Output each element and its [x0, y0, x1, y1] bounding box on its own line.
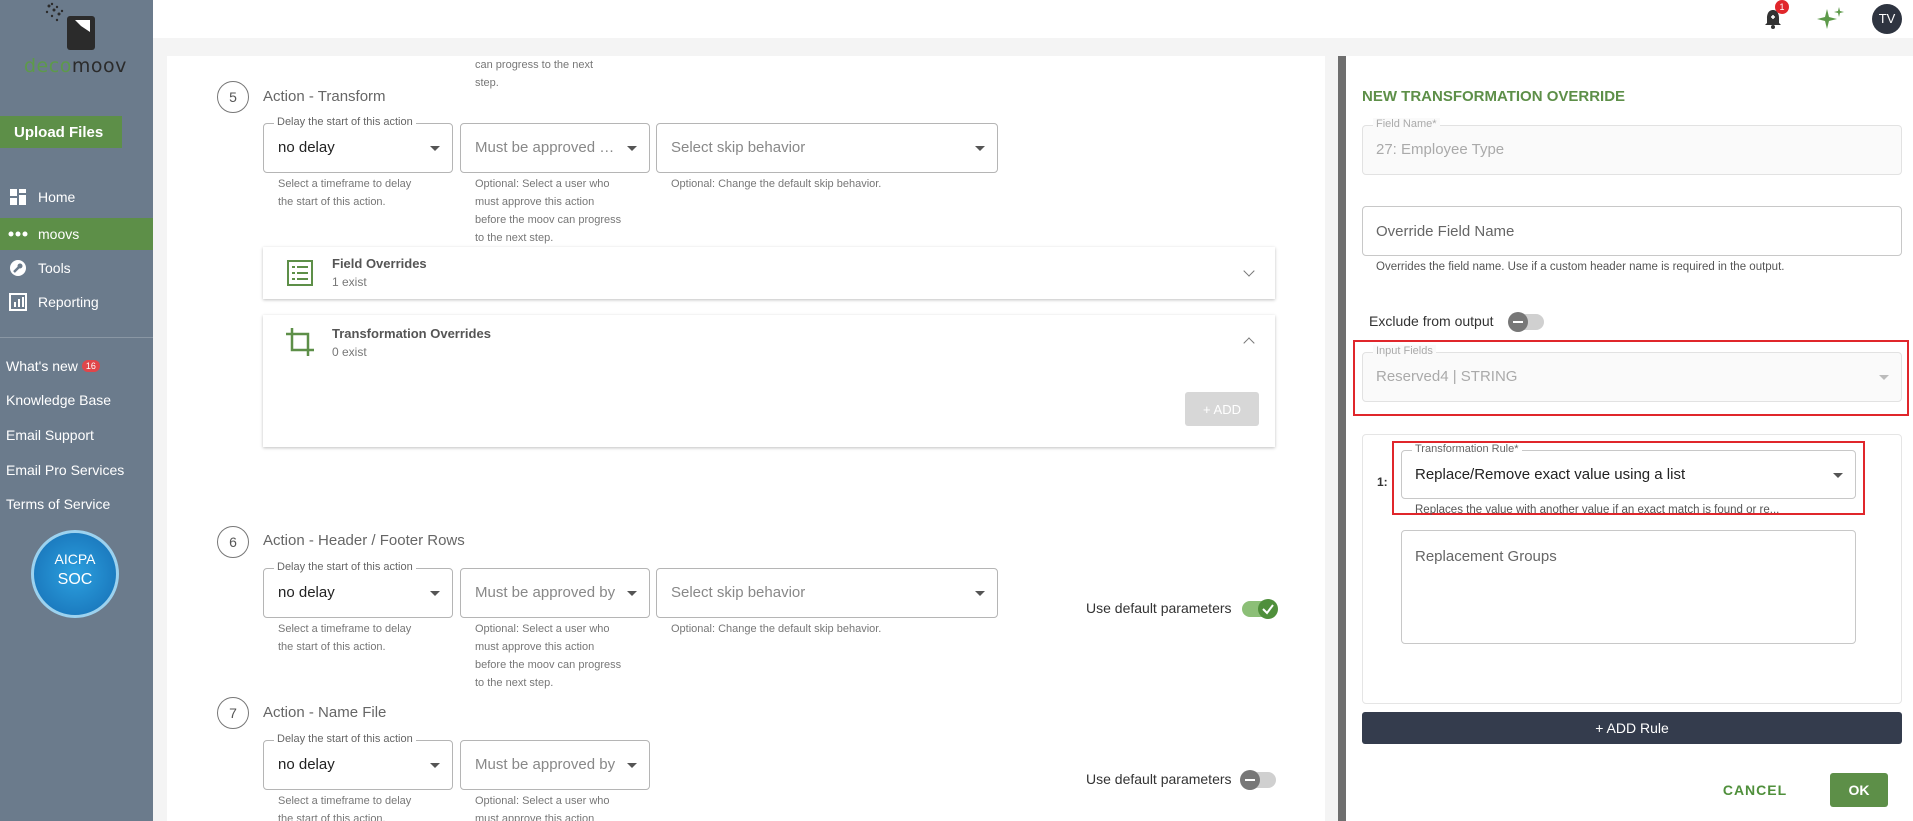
transformation-rule-select[interactable]: Transformation Rule* Replace/Remove exac… — [1401, 443, 1856, 499]
crop-icon — [286, 328, 314, 356]
dropdown-arrow-icon — [627, 591, 637, 596]
delay-help: Select a timeframe to delay the start of… — [278, 178, 412, 208]
notification-badge: 1 — [1775, 0, 1789, 14]
whats-new-link[interactable]: What's new 16 — [6, 358, 100, 374]
override-field-name-input[interactable]: Override Field Name — [1362, 206, 1902, 256]
logo-text: decomoov — [24, 55, 127, 77]
default-params-label: Use default parameters — [1086, 600, 1232, 616]
input-fields-select: Input Fields Reserved4 | STRING — [1362, 345, 1902, 402]
dropdown-arrow-icon — [627, 763, 637, 768]
delay-select[interactable]: Delay the start of this action no delay — [263, 733, 453, 790]
step-title: Action - Header / Footer Rows — [263, 532, 465, 549]
check-icon — [1258, 599, 1278, 619]
nav-item-moovs[interactable]: moovs — [0, 218, 153, 250]
approve-help-clipped: can progress to the next step. — [475, 59, 594, 89]
nav-item-tools[interactable]: Tools — [0, 252, 153, 284]
step-number: 7 — [217, 697, 249, 729]
step-number: 5 — [217, 81, 249, 113]
dropdown-arrow-icon — [975, 591, 985, 596]
transformation-overrides-accordion: Transformation Overrides 0 exist — [263, 315, 1275, 447]
dropdown-arrow-icon — [1879, 375, 1889, 380]
delay-select[interactable]: Delay the start of this action no delay — [263, 561, 453, 618]
step-title: Action - Transform — [263, 88, 386, 105]
delay-help: Select a timeframe to delay the start of… — [278, 795, 412, 821]
delay-select[interactable]: Delay the start of this action no delay — [263, 116, 453, 173]
terms-of-service-link[interactable]: Terms of Service — [6, 496, 110, 512]
chevron-down-icon — [1243, 265, 1255, 277]
step-number: 6 — [217, 526, 249, 558]
skip-help: Optional: Change the default skip behavi… — [671, 623, 882, 635]
rule-number: 1: — [1377, 475, 1388, 489]
delay-help: Select a timeframe to delay the start of… — [278, 623, 412, 653]
default-params-toggle[interactable] — [1240, 770, 1276, 790]
dots-icon — [8, 224, 28, 244]
override-help: Overrides the field name. Use if a custo… — [1376, 261, 1785, 273]
approver-select[interactable]: Must be approved by... — [460, 568, 650, 618]
dropdown-arrow-icon — [975, 146, 985, 151]
approver-help: Optional: Select a user who must approve… — [475, 178, 622, 244]
sidebar-divider — [0, 337, 153, 338]
add-transformation-override-button[interactable]: + ADD — [1185, 392, 1259, 426]
wrench-icon — [8, 258, 28, 278]
field-overrides-accordion[interactable]: Field Overrides 1 exist — [263, 247, 1275, 299]
nav-item-reporting[interactable]: Reporting — [0, 286, 153, 318]
add-rule-button[interactable]: + ADD Rule — [1362, 712, 1902, 744]
chart-icon — [8, 292, 28, 312]
sidebar: decomoov Upload Files Home moovs Tools R… — [0, 0, 153, 821]
top-bar — [153, 0, 1913, 38]
home-icon — [8, 187, 28, 207]
email-support-link[interactable]: Email Support — [6, 427, 94, 443]
step-title: Action - Name File — [263, 704, 387, 721]
rule-help: Replaces the value with another value if… — [1415, 504, 1780, 515]
whats-new-badge: 16 — [81, 360, 100, 372]
panel-title: NEW TRANSFORMATION OVERRIDE — [1362, 88, 1626, 105]
replacement-groups-input[interactable]: Replacement Groups — [1401, 530, 1856, 644]
email-pro-services-link[interactable]: Email Pro Services — [6, 462, 124, 478]
field-name-field: Field Name* 27: Employee Type — [1362, 118, 1902, 175]
skip-behavior-select[interactable]: Select skip behavior — [656, 568, 998, 618]
default-params-toggle[interactable] — [1242, 599, 1278, 619]
sparkle-icon[interactable] — [1815, 5, 1845, 33]
dropdown-arrow-icon — [430, 146, 440, 151]
dropdown-arrow-icon — [1833, 473, 1843, 478]
user-avatar[interactable]: TV — [1872, 4, 1902, 34]
dropdown-arrow-icon — [430, 591, 440, 596]
app-logo[interactable]: decomoov — [0, 0, 153, 80]
dropdown-arrow-icon — [430, 763, 440, 768]
logo-icon — [45, 2, 95, 50]
knowledge-base-link[interactable]: Knowledge Base — [6, 392, 111, 408]
approver-select[interactable]: Must be approved by... — [460, 123, 650, 173]
chevron-up-icon[interactable] — [1243, 337, 1255, 349]
exclude-label: Exclude from output — [1369, 313, 1494, 329]
upload-files-button[interactable]: Upload Files — [0, 116, 122, 148]
minus-icon — [1508, 312, 1528, 332]
aicpa-soc-badge: AICPA SOC — [31, 530, 119, 618]
list-icon — [287, 260, 313, 286]
nav-item-home[interactable]: Home — [0, 181, 153, 213]
exclude-toggle[interactable] — [1508, 312, 1544, 332]
approver-help: Optional: Select a user who must approve… — [475, 795, 610, 821]
default-params-label: Use default parameters — [1086, 771, 1232, 787]
ok-button[interactable]: OK — [1830, 773, 1888, 807]
minus-icon — [1240, 770, 1260, 790]
skip-help: Optional: Change the default skip behavi… — [671, 178, 882, 190]
approver-help: Optional: Select a user who must approve… — [475, 623, 622, 689]
dropdown-arrow-icon — [627, 146, 637, 151]
skip-behavior-select[interactable]: Select skip behavior — [656, 123, 998, 173]
cancel-button[interactable]: CANCEL — [1710, 774, 1800, 806]
approver-select[interactable]: Must be approved by... — [460, 740, 650, 790]
